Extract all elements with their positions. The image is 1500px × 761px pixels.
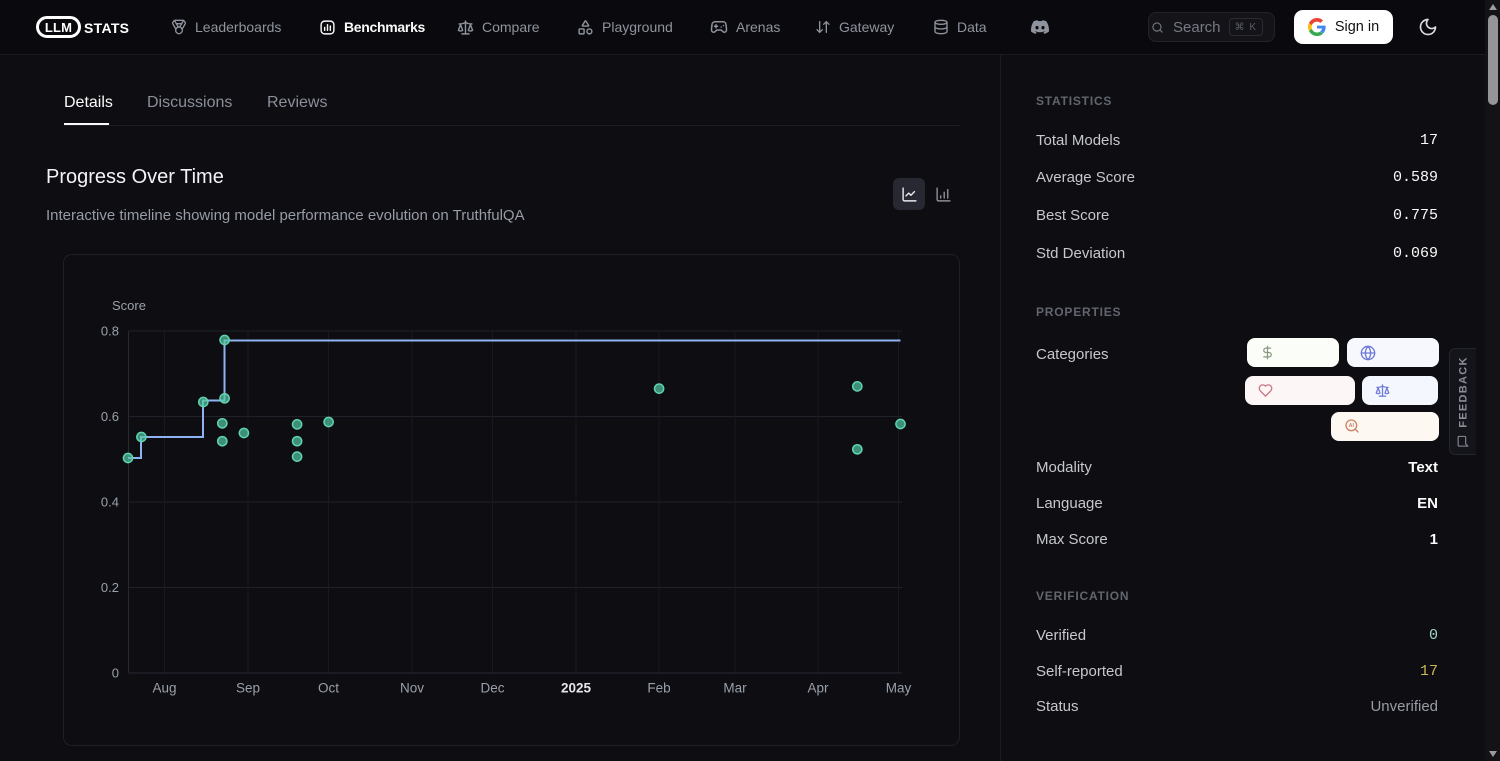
svg-text:Apr: Apr <box>807 681 829 696</box>
svg-text:Oct: Oct <box>318 681 339 696</box>
svg-text:0.4: 0.4 <box>101 495 119 510</box>
svg-text:0: 0 <box>112 666 119 681</box>
svg-text:Aug: Aug <box>152 681 176 696</box>
svg-text:0.6: 0.6 <box>101 409 119 424</box>
svg-text:Sep: Sep <box>236 681 260 696</box>
svg-text:Mar: Mar <box>723 681 747 696</box>
svg-text:Score: Score <box>112 298 146 313</box>
svg-text:Dec: Dec <box>480 681 504 696</box>
svg-text:0.2: 0.2 <box>101 580 119 595</box>
svg-text:2025: 2025 <box>561 681 592 696</box>
svg-text:0.8: 0.8 <box>101 324 119 339</box>
svg-text:May: May <box>886 681 912 696</box>
svg-text:Nov: Nov <box>400 681 424 696</box>
svg-text:AI: AI <box>1349 423 1355 429</box>
svg-text:Feb: Feb <box>647 681 670 696</box>
